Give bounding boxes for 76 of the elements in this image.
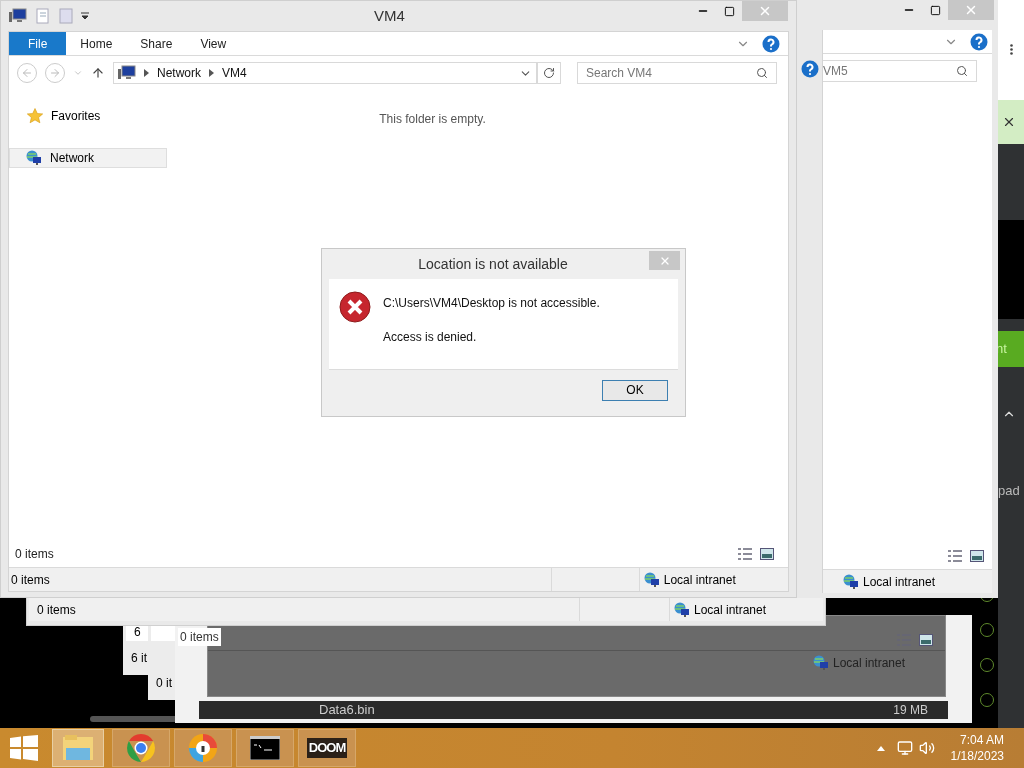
up-icon[interactable] <box>91 66 105 80</box>
ribbon-tab[interactable]: Home <box>66 32 127 55</box>
network-icon[interactable] <box>896 740 913 756</box>
status-item-count: 6 it <box>131 650 147 667</box>
browser-icon <box>188 733 218 763</box>
error-detail: Access is denied. <box>383 329 478 346</box>
file-size: 19 MB <box>893 702 928 719</box>
ribbon-tab[interactable]: Share <box>126 32 187 55</box>
help-icon[interactable] <box>970 32 988 51</box>
thumbnail-view-icon[interactable] <box>760 548 774 560</box>
status-item-count: 0 it <box>156 675 172 692</box>
terminal-icon <box>250 736 280 760</box>
search-icon[interactable] <box>756 67 768 79</box>
empty-folder-message: This folder is empty. <box>379 111 486 128</box>
maximize-icon <box>929 4 941 16</box>
close-icon <box>964 3 978 17</box>
network-icon <box>812 654 829 671</box>
refresh-icon <box>543 67 555 79</box>
ribbon-tab[interactable]: File <box>9 32 67 55</box>
dialog-title: Location is not available <box>417 254 569 274</box>
item-count: 0 items <box>15 546 54 563</box>
search-box[interactable]: VM5 <box>823 60 977 82</box>
computer-icon <box>9 8 27 24</box>
network-icon <box>843 573 859 590</box>
window-title: VM4 <box>374 5 405 26</box>
doom-logo: DOOM <box>306 738 348 758</box>
security-zone: Local intranet <box>663 571 736 589</box>
file-count: 6 <box>134 624 141 641</box>
show-hidden-icons[interactable] <box>876 745 885 751</box>
security-zone: Local intranet <box>863 573 936 591</box>
taskbar-button[interactable]: DOOM <box>298 729 356 767</box>
search-box[interactable]: Search VM4 <box>577 62 777 84</box>
search-field[interactable]: Search VM4 <box>586 64 756 82</box>
status-item-count: 0 items <box>10 571 51 589</box>
network-icon <box>674 601 690 618</box>
thumbnail-view-icon[interactable] <box>970 550 984 562</box>
star-icon <box>27 108 43 124</box>
chrome-icon <box>126 733 156 763</box>
breadcrumb[interactable]: VM4 <box>222 64 247 82</box>
details-view-icon[interactable] <box>948 550 962 562</box>
volume-icon[interactable] <box>918 740 935 756</box>
item-count: 0 items <box>178 628 221 646</box>
address-bar[interactable]: Network VM4 <box>113 62 537 84</box>
refresh-button[interactable] <box>537 62 561 84</box>
nav-item[interactable]: Network <box>9 148 167 168</box>
error-message: C:\Users\VM4\Desktop is not accessible. <box>383 295 600 312</box>
security-zone: Local intranet <box>694 601 767 619</box>
item-text: pad <box>998 481 1021 500</box>
computer-icon <box>118 65 136 81</box>
status-item-count: 0 items <box>36 601 77 619</box>
breadcrumb[interactable]: Network <box>157 64 201 82</box>
taskbar-button[interactable] <box>236 729 294 767</box>
more-icon[interactable] <box>1009 44 1013 55</box>
network-icon <box>26 150 42 166</box>
file-name: Data6.bin <box>319 701 375 720</box>
thumbnail-view-icon[interactable] <box>919 634 933 646</box>
maximize-icon <box>723 5 735 17</box>
error-icon <box>339 291 371 323</box>
dropdown-icon[interactable] <box>81 12 89 20</box>
help-icon[interactable] <box>762 34 780 53</box>
start-button[interactable] <box>10 735 38 761</box>
nav-item[interactable]: Favorites <box>9 106 167 126</box>
search-icon[interactable] <box>956 65 968 77</box>
search-field[interactable]: VM5 <box>823 62 956 80</box>
details-view-icon[interactable] <box>738 548 752 560</box>
help-icon[interactable] <box>800 60 819 78</box>
back-arrow-icon <box>21 67 33 79</box>
ribbon-tab[interactable]: View <box>186 32 241 55</box>
breadcrumb-arrow-icon[interactable] <box>144 69 149 77</box>
security-zone: Local intranet <box>832 654 905 672</box>
ok-button[interactable]: OK <box>602 379 668 401</box>
file-row[interactable]: Data6.bin 19 MB <box>199 701 948 719</box>
network-icon <box>643 571 660 588</box>
close-icon <box>758 4 772 18</box>
breadcrumb-arrow-icon[interactable] <box>209 69 214 77</box>
forward-arrow-icon <box>49 67 61 79</box>
